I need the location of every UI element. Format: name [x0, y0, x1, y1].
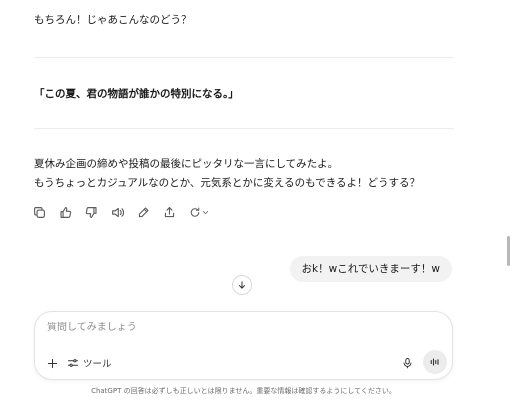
- thumbs-down-icon: [85, 206, 97, 218]
- assistant-body-line-1: 夏休み企画の締めや投稿の最後にピッタリな一言にしてみたよ。: [34, 158, 339, 170]
- thumbs-down-button[interactable]: [82, 203, 100, 221]
- voice-mode-button[interactable]: [423, 350, 447, 374]
- edit-button[interactable]: [134, 203, 152, 221]
- sliders-icon: [68, 359, 78, 367]
- divider: [34, 57, 454, 58]
- share-icon: [164, 206, 174, 217]
- scroll-to-bottom-button[interactable]: [232, 275, 252, 295]
- read-aloud-button[interactable]: [108, 203, 126, 221]
- highlight-phrase-text: 「この夏、君の物語が誰かの特別になる。」: [34, 88, 239, 100]
- thumbs-up-button[interactable]: [56, 203, 74, 221]
- voice-wave-icon: [430, 358, 439, 366]
- tools-label: ツール: [83, 359, 112, 370]
- disclaimer-text: ChatGPT の回答は必ずしも正しいとは限りません。重要な情報は確認するように…: [91, 387, 396, 395]
- assistant-body-line-2: もうちょっとカジュアルなのとか、元気系とかに変えるのもできるよ！どうする？: [34, 177, 420, 189]
- copy-icon: [33, 206, 45, 218]
- thumbs-up-icon: [59, 206, 71, 218]
- copy-button[interactable]: [30, 203, 48, 221]
- arrow-down-icon: [239, 281, 245, 289]
- add-attachment-button[interactable]: [43, 354, 61, 372]
- share-button[interactable]: [160, 203, 178, 221]
- chevron-down-icon: [202, 210, 208, 214]
- divider: [34, 128, 454, 129]
- tools-button[interactable]: ツール: [67, 353, 112, 373]
- regenerate-button[interactable]: [186, 203, 212, 221]
- regenerate-icon: [190, 206, 199, 217]
- dictate-button[interactable]: [397, 353, 417, 373]
- plus-icon: [47, 358, 57, 368]
- edit-icon: [138, 206, 149, 217]
- microphone-icon: [403, 358, 411, 369]
- assistant-intro-text: もちろん！じゃあこんなのどう？: [34, 14, 192, 26]
- speaker-icon: [111, 207, 124, 217]
- composer: ツール: [34, 311, 453, 380]
- prompt-input[interactable]: [47, 322, 427, 333]
- user-message-bubble: おk！wこれでいきまーす！w: [289, 256, 452, 282]
- message-action-bar: [30, 203, 212, 221]
- scrollbar-thumb[interactable]: [507, 236, 510, 266]
